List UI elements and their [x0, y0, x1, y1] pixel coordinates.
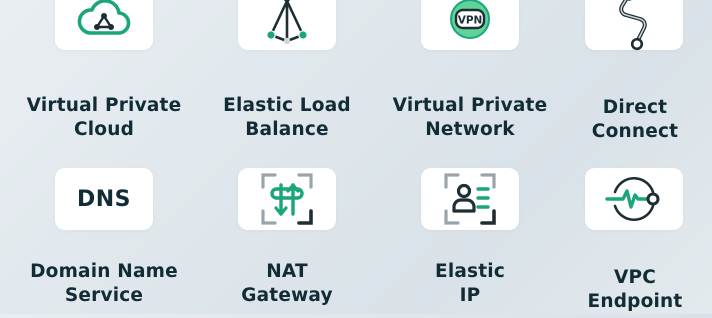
service-label: Virtual Private Network [378, 94, 562, 142]
vpn-icon-text: VPN [458, 15, 483, 27]
service-virtual-private-cloud[interactable]: Virtual Private Cloud [12, 0, 196, 150]
dns-icon: DNS [76, 186, 132, 212]
icon-card[interactable]: VPN [421, 0, 519, 50]
service-domain-name-service[interactable]: DNS Domain Name Service [12, 168, 196, 318]
vpc-endpoint-icon [605, 176, 660, 222]
service-elastic-ip[interactable]: Elastic IP [378, 168, 562, 318]
service-nat-gateway[interactable]: NAT Gateway [195, 168, 379, 318]
service-label: NAT Gateway [195, 260, 379, 308]
service-label-line2: Balance [245, 119, 329, 140]
service-label: Elastic Load Balance [195, 94, 379, 142]
vpn-icon: VPN [450, 0, 490, 39]
load-balancer-icon [266, 0, 308, 45]
service-label-line1: VPC [613, 267, 657, 288]
direct-connect-icon [619, 0, 647, 51]
service-label-line2: Endpoint [587, 291, 683, 312]
service-grid: Virtual Private Cloud Elastic Load Balan… [0, 0, 712, 314]
service-label-line1: Virtual Private [26, 95, 182, 116]
service-direct-connect[interactable]: Direct Connect [561, 0, 712, 150]
service-label: Direct Connect [543, 96, 712, 144]
service-label-line2: Network [425, 119, 515, 140]
service-label-line1: Domain Name [30, 261, 178, 282]
nat-gateway-icon [261, 173, 313, 225]
service-label: Virtual Private Cloud [12, 94, 196, 142]
icon-card[interactable] [585, 168, 683, 230]
service-label: Domain Name Service [12, 260, 196, 308]
service-label-line2: Service [64, 285, 144, 306]
service-label-line1: Direct [602, 97, 668, 118]
service-label-line1: Elastic [434, 261, 506, 282]
icon-card[interactable] [238, 168, 336, 230]
service-label-line2: IP [459, 285, 481, 306]
service-label: VPC Endpoint [543, 266, 712, 314]
service-elastic-load-balance[interactable]: Elastic Load Balance [195, 0, 379, 150]
cloud-network-icon [77, 0, 131, 35]
icon-card[interactable] [238, 0, 336, 50]
service-label-line2: Connect [591, 121, 679, 142]
service-virtual-private-network[interactable]: VPN Virtual Private Network [378, 0, 562, 150]
service-label-line1: Virtual Private [392, 95, 548, 116]
service-label-line1: NAT [266, 261, 308, 282]
service-label-line2: Gateway [241, 285, 333, 306]
icon-card[interactable] [55, 0, 153, 50]
icon-card[interactable]: DNS [55, 168, 153, 230]
elastic-ip-icon [444, 173, 496, 225]
service-vpc-endpoint[interactable]: VPC Endpoint [561, 168, 712, 318]
service-label-line2: Cloud [73, 119, 135, 140]
icon-card[interactable] [421, 168, 519, 230]
service-label: Elastic IP [378, 260, 562, 308]
icon-card[interactable] [585, 0, 683, 51]
service-label-line1: Elastic Load [223, 95, 351, 116]
